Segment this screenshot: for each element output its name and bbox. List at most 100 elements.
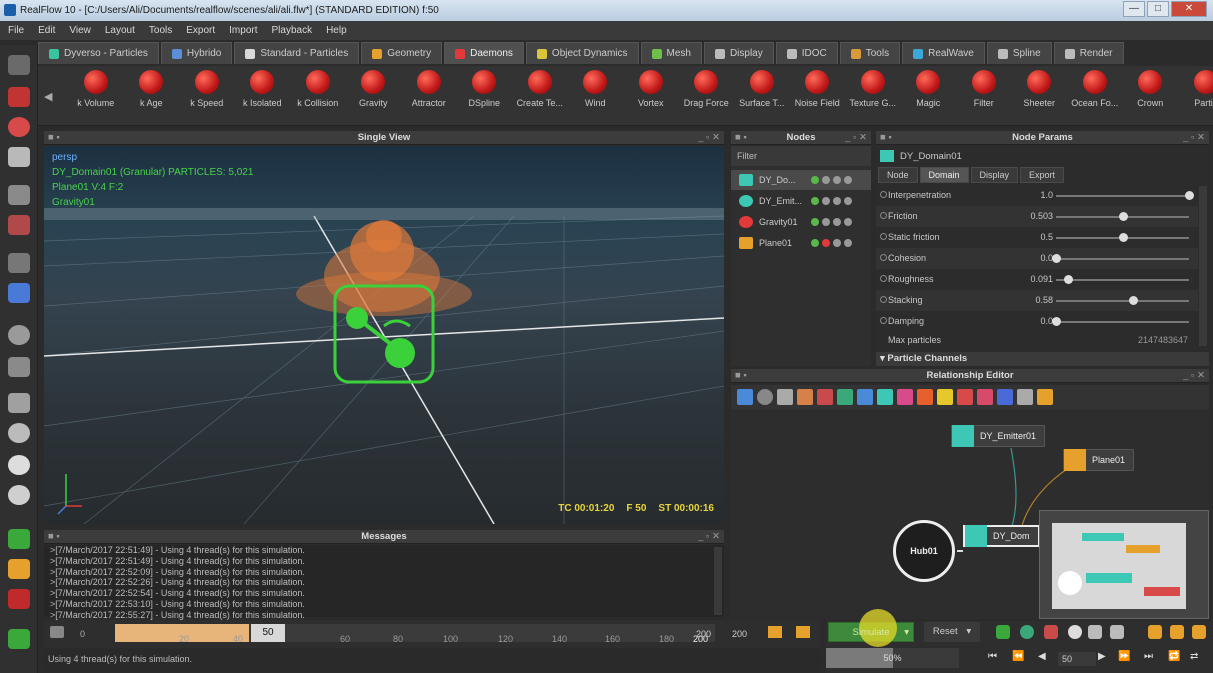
param-keyframe-icon[interactable]: [880, 317, 887, 324]
panel-window-controls[interactable]: _ ▫ ✕: [1183, 369, 1205, 383]
param-slider[interactable]: [1056, 321, 1189, 323]
camera-icon[interactable]: [817, 389, 833, 405]
shelf-tool-gravity[interactable]: Gravity: [346, 70, 402, 108]
shelf-tool-noise-field[interactable]: Noise Field: [790, 70, 846, 108]
shelf-tool-k-isolated[interactable]: k Isolated: [235, 70, 291, 108]
layout-tool-icon[interactable]: [8, 185, 30, 205]
param-slider-knob[interactable]: [1118, 233, 1128, 242]
sort-icon[interactable]: [997, 389, 1013, 405]
tab-realwave[interactable]: RealWave: [902, 42, 985, 64]
param-slider[interactable]: [1056, 195, 1189, 197]
shelf-tool-k-speed[interactable]: k Speed: [179, 70, 235, 108]
shelf-tool-surface-t[interactable]: Surface T...: [734, 70, 790, 108]
green-tool-icon[interactable]: [8, 529, 30, 549]
node-flags[interactable]: [811, 239, 852, 247]
simulate-dropdown-icon[interactable]: ▾: [904, 623, 909, 643]
tab-daemons[interactable]: Daemons: [444, 42, 524, 64]
lock-icon[interactable]: [50, 626, 64, 638]
param-value[interactable]: 0.091: [993, 274, 1053, 284]
tab-dyverso[interactable]: Dyverso - Particles: [38, 42, 159, 64]
3d-viewport[interactable]: persp DY_Domain01 (Granular) PARTICLES: …: [44, 146, 724, 524]
shelf-tool-create-te[interactable]: Create Te...: [512, 70, 568, 108]
param-slider-knob[interactable]: [1063, 275, 1073, 284]
tab-node[interactable]: Node: [878, 167, 918, 183]
panel-grip-icon[interactable]: ■ ▪: [48, 131, 60, 145]
panel-grip-icon[interactable]: ■ ▪: [735, 369, 747, 383]
graph-icon[interactable]: [897, 389, 913, 405]
menu-view[interactable]: View: [69, 25, 91, 36]
shelf-tool-wind[interactable]: Wind: [568, 70, 624, 108]
maximize-button[interactable]: □: [1147, 1, 1169, 17]
go-end-icon[interactable]: ⏭: [1144, 651, 1153, 662]
settings-icon[interactable]: [1088, 625, 1102, 639]
align-icon[interactable]: [857, 389, 873, 405]
param-value[interactable]: 0.5: [993, 232, 1053, 242]
red-tool-icon[interactable]: [8, 589, 30, 609]
relationship-minimap[interactable]: [1039, 510, 1209, 619]
param-slider-knob[interactable]: [1052, 317, 1061, 326]
shelf-tool-k-collision[interactable]: k Collision: [290, 70, 346, 108]
messages-panel[interactable]: >[7/March/2017 22:51:49] - Using 4 threa…: [44, 545, 724, 620]
node-flags[interactable]: [811, 176, 852, 184]
messages-scrollbar[interactable]: [714, 547, 722, 615]
param-keyframe-icon[interactable]: [880, 275, 887, 282]
menu-help[interactable]: Help: [326, 25, 347, 36]
panel-window-controls[interactable]: _ ▫ ✕: [698, 530, 720, 544]
minimize-button[interactable]: —: [1123, 1, 1145, 17]
daemon-tool-icon[interactable]: [8, 117, 30, 137]
pencil-tool-icon[interactable]: [8, 253, 30, 273]
params-scrollbar[interactable]: [1199, 186, 1207, 346]
connect-icon[interactable]: [877, 389, 893, 405]
tab-hybrido[interactable]: Hybrido: [160, 42, 233, 64]
view-icon[interactable]: [1068, 625, 1082, 639]
rel-node-domain[interactable]: DY_Dom: [963, 525, 1040, 547]
node-item-dy-emitter[interactable]: DY_Emit...: [731, 191, 871, 211]
shaded-sphere-icon[interactable]: [8, 455, 30, 475]
nodes-filter-field[interactable]: Filter: [731, 146, 871, 166]
node-flags[interactable]: [811, 197, 852, 205]
tab-export[interactable]: Export: [1020, 167, 1065, 183]
reset-dropdown-icon[interactable]: ▾: [966, 626, 971, 637]
param-slider-knob[interactable]: [1129, 296, 1139, 305]
cache-icon[interactable]: [996, 625, 1010, 639]
exclusive-icon[interactable]: [957, 389, 973, 405]
node-group-icon[interactable]: [837, 389, 853, 405]
tab-standard-particles[interactable]: Standard - Particles: [234, 42, 360, 64]
refresh-icon[interactable]: [757, 389, 773, 405]
param-value[interactable]: 0.0: [993, 253, 1053, 263]
pingpong-icon[interactable]: ⇄: [1190, 651, 1198, 662]
layout-icon[interactable]: [797, 389, 813, 405]
shelf-scroll-left-icon[interactable]: ◀: [44, 90, 52, 103]
tab-object-dynamics[interactable]: Object Dynamics: [525, 42, 639, 64]
share-icon[interactable]: [917, 389, 933, 405]
menu-export[interactable]: Export: [186, 25, 215, 36]
key-remove-icon[interactable]: [1192, 625, 1206, 639]
hierarchy-icon[interactable]: [1037, 389, 1053, 405]
param-slider[interactable]: [1056, 279, 1189, 281]
tab-display[interactable]: Display: [703, 42, 774, 64]
record-icon[interactable]: [1044, 625, 1058, 639]
tab-display[interactable]: Display: [970, 167, 1019, 183]
emitter-tool-icon[interactable]: [8, 87, 30, 107]
tab-tools[interactable]: Tools: [839, 42, 901, 64]
shelf-tool-ocean-fo[interactable]: Ocean Fo...: [1067, 70, 1123, 108]
param-keyframe-icon[interactable]: [880, 212, 887, 219]
loop-icon[interactable]: 🔁: [1168, 651, 1180, 662]
node-item-plane[interactable]: Plane01: [731, 233, 871, 253]
tab-render[interactable]: Render: [1053, 42, 1124, 64]
key-icon[interactable]: [1148, 625, 1162, 639]
menu-tools[interactable]: Tools: [149, 25, 172, 36]
play-back-icon[interactable]: ◀: [1038, 651, 1046, 662]
node-item-dy-domain[interactable]: DY_Do...: [731, 170, 871, 190]
param-keyframe-icon[interactable]: [880, 191, 887, 198]
step-forward-icon[interactable]: ⏩: [1118, 651, 1130, 662]
options-icon[interactable]: [1110, 625, 1124, 639]
shelf-tool-vortex[interactable]: Vortex: [623, 70, 679, 108]
cube-tool-icon[interactable]: [8, 215, 30, 235]
particle-channels-section[interactable]: ▾ Particle Channels: [876, 352, 1209, 366]
panel-grip-icon[interactable]: ■ ▪: [48, 530, 60, 544]
unlink-icon[interactable]: [977, 389, 993, 405]
param-keyframe-icon[interactable]: [880, 233, 887, 240]
tab-geometry[interactable]: Geometry: [361, 42, 443, 64]
param-slider[interactable]: [1056, 258, 1189, 260]
